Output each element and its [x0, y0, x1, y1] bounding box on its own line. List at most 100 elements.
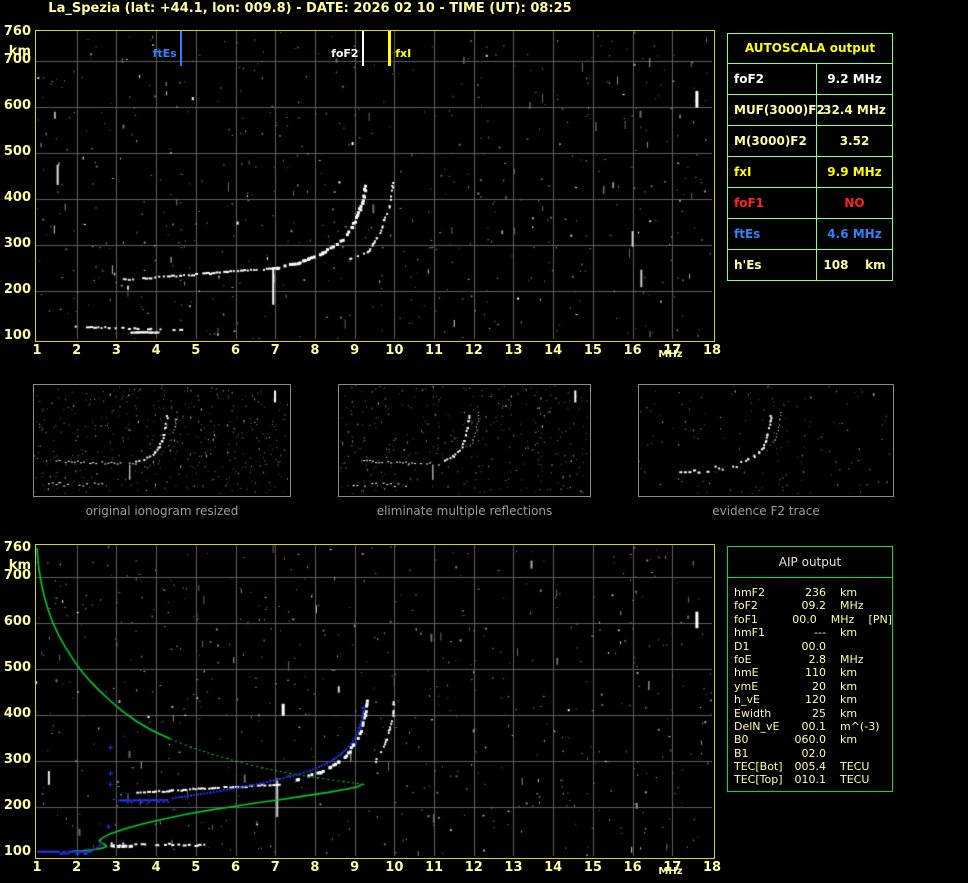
top-plot-y-tick: 200: [3, 281, 31, 297]
bottom-plot-y-tick: 300: [3, 751, 31, 767]
aip-row: D1 00.0: [734, 640, 892, 653]
autoscala-row-value: 3.52: [839, 134, 870, 148]
bottom-plot-y-tick: 600: [3, 613, 31, 629]
aip-row-unit: km: [840, 679, 858, 693]
aip-table-header: AIP output: [728, 547, 892, 578]
top-plot-x-tick: 7: [270, 343, 280, 358]
thumbnail-no-multiples: [338, 384, 591, 497]
top-plot-x-tick: 12: [464, 343, 483, 358]
aip-row-value: 20: [812, 679, 826, 693]
aip-output-table: AIP output hmF2 236 km foF2 09.2 MHz foF1 00.0 M…: [727, 546, 893, 792]
aip-row-unit: km: [840, 586, 858, 599]
aip-row: TEC[Bot] 005.4 TECU: [734, 760, 892, 773]
bottom-plot-x-tick: 10: [385, 860, 404, 875]
bottom-plot-x-tick: 15: [583, 860, 602, 875]
aip-row: foF1 00.0 MHz [PN]: [734, 613, 892, 626]
autoscala-row: foF1 NO: [728, 187, 892, 218]
thumbnail-no-multiples-canvas: [339, 385, 588, 494]
bottom-plot-x-unit-label: MHz: [658, 866, 683, 877]
aip-row-unit: [840, 747, 882, 760]
aip-row-value: 02.0: [801, 746, 827, 760]
aip-row-label: foF1: [734, 612, 758, 626]
fof2-marker-line: [361, 31, 364, 66]
aip-row: B1 02.0: [734, 747, 892, 760]
top-plot-y-tick: 500: [3, 143, 31, 159]
aip-row-unit: MHz: [830, 612, 855, 626]
aip-row-label: hmF1: [734, 626, 766, 640]
aip-row-unit: km: [840, 666, 858, 680]
aip-row-extra: [PN]: [868, 612, 892, 626]
autoscala-row: fxI 9.9 MHz: [728, 156, 892, 187]
bottom-plot-x-tick: 7: [270, 860, 280, 875]
aip-row: DelN_vE 00.1 m^(-3): [734, 720, 892, 733]
autoscala-window: La_Spezia (lat: +44.1, lon: 009.8) - DAT…: [0, 0, 968, 883]
aip-row-label: hmF2: [734, 586, 766, 599]
aip-ionogram-plot: [35, 544, 715, 859]
bottom-plot-y-tick: 400: [3, 705, 31, 721]
autoscala-row-value: 9.2 MHz: [827, 72, 882, 86]
top-plot-x-tick: 13: [504, 343, 523, 358]
aip-row-unit: MHz: [840, 652, 864, 666]
scaled-ionogram-plot: [35, 30, 715, 342]
top-plot-y-tick: 400: [3, 189, 31, 205]
fxi-marker-line: [388, 31, 392, 66]
aip-row-label: B1: [734, 746, 749, 760]
aip-row-unit: km: [840, 626, 858, 640]
top-plot-x-tick: 16: [623, 343, 642, 358]
bottom-plot-y-tick: 500: [3, 659, 31, 675]
bottom-plot-x-tick: 6: [230, 860, 241, 875]
aip-row: hmF1 --- km: [734, 626, 892, 639]
aip-row: foF2 09.2 MHz: [734, 599, 892, 612]
top-plot-x-tick: 2: [72, 343, 82, 358]
aip-row-label: B0: [734, 733, 749, 747]
autoscala-row: M(3000)F2 3.52: [728, 125, 892, 156]
autoscala-row: h'Es 108 km: [728, 249, 892, 280]
aip-row-label: foF2: [734, 599, 758, 613]
autoscala-output-table: AUTOSCALA output foF2 9.2 MHz MUF(3000)F2 3…: [727, 33, 893, 281]
aip-ionogram-canvas: [36, 545, 712, 856]
autoscala-table-rows: foF2 9.2 MHz MUF(3000)F2 32.4 MHz M(3000)F2 3…: [728, 63, 892, 280]
aip-row: TEC[Top] 010.1 TECU: [734, 773, 892, 786]
autoscala-row: MUF(3000)F2 32.4 MHz: [728, 94, 892, 125]
top-plot-x-tick: 1: [32, 343, 42, 358]
bottom-plot-x-tick: 14: [544, 860, 563, 875]
aip-row-label: hmE: [734, 666, 759, 680]
bottom-plot-x-tick: 1: [32, 860, 42, 875]
aip-row-unit: km: [840, 706, 858, 720]
top-plot-y-tick: 300: [3, 235, 31, 251]
ftes-marker-line: [179, 31, 182, 66]
top-plot-y-unit-label: km: [8, 44, 31, 59]
aip-row: hmE 110 km: [734, 666, 892, 679]
aip-row: Ewidth 25 km: [734, 707, 892, 720]
autoscala-row-label: M(3000)F2: [728, 126, 817, 156]
bottom-plot-x-tick: 3: [111, 860, 121, 875]
bottom-plot-x-tick: 11: [425, 860, 444, 875]
autoscala-row: foF2 9.2 MHz: [728, 63, 892, 94]
top-plot-x-tick: 9: [350, 343, 360, 358]
aip-row-value: 00.1: [801, 719, 827, 733]
aip-row-value: 00.0: [801, 639, 827, 653]
top-plot-x-tick: 6: [230, 343, 241, 358]
bottom-plot-x-tick: 5: [191, 860, 201, 875]
thumbnail-caption-no-multiples: eliminate multiple reflections: [376, 504, 553, 518]
aip-row-unit: TECU: [840, 760, 870, 774]
aip-row: h_vE 120 km: [734, 693, 892, 706]
bottom-plot-x-tick: 9: [350, 860, 360, 875]
fof2-marker-label: foF2: [331, 47, 359, 60]
bottom-plot-x-tick: 2: [72, 860, 82, 875]
aip-row-value: 2.8: [808, 652, 827, 666]
aip-row-value: 060.0: [794, 733, 827, 747]
fxi-marker-label: fxI: [395, 47, 412, 60]
aip-row-label: ymE: [734, 679, 759, 693]
autoscala-row-label: MUF(3000)F2: [728, 95, 825, 125]
aip-table-rows: hmF2 236 km foF2 09.2 MHz foF1 00.0 MHz [PN] hmF1-…: [728, 578, 892, 787]
bottom-plot-x-tick: 16: [623, 860, 642, 875]
aip-row-value: 010.1: [794, 773, 827, 787]
autoscala-row-label: ftEs: [728, 219, 817, 249]
bottom-plot-y-unit-label: km: [8, 558, 31, 573]
autoscala-row-label: h'Es: [728, 250, 817, 280]
aip-row-value: 005.4: [794, 760, 827, 774]
autoscala-row-value: 4.6 MHz: [827, 227, 882, 241]
top-plot-x-tick: 3: [111, 343, 121, 358]
aip-row-label: foE: [734, 652, 752, 666]
